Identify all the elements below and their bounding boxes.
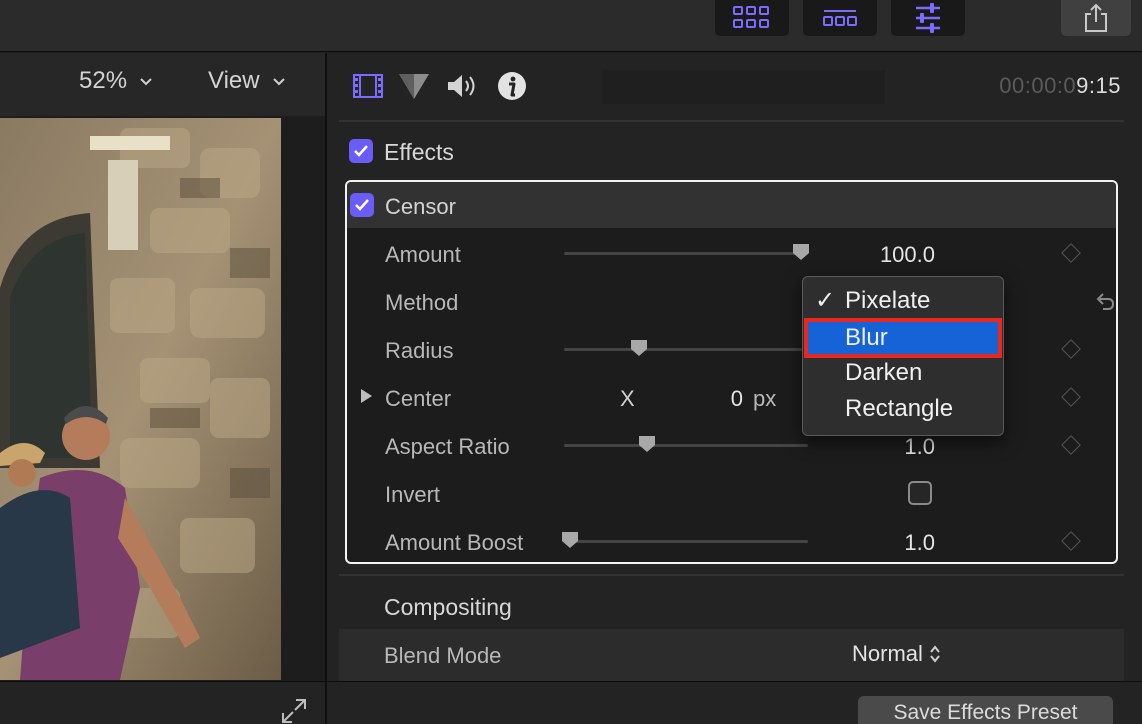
aspect-ratio-label: Aspect Ratio xyxy=(385,434,510,459)
menu-item-blur[interactable]: Blur xyxy=(804,318,1002,358)
chevron-down-icon xyxy=(140,78,152,86)
inspector-tabs: 00:00:09:15 xyxy=(327,53,1142,117)
blend-mode-value: Normal xyxy=(852,641,923,666)
center-x-value[interactable]: 0 xyxy=(707,386,743,412)
disclosure-triangle-icon[interactable] xyxy=(359,388,373,404)
radius-keyframe-button[interactable] xyxy=(1061,339,1081,359)
aspect-ratio-slider[interactable] xyxy=(564,444,808,447)
divider xyxy=(339,120,1124,122)
timecode-dim: 00:00:0 xyxy=(999,73,1077,98)
amount-boost-keyframe-button[interactable] xyxy=(1061,531,1081,551)
menu-item-label: Pixelate xyxy=(845,287,931,314)
up-down-chevron-icon xyxy=(930,645,940,663)
timecode: 00:00:09:15 xyxy=(999,73,1121,99)
amount-slider-thumb[interactable] xyxy=(792,243,810,261)
checkmark-icon xyxy=(355,199,369,211)
clip-name-field[interactable] xyxy=(602,70,885,104)
viewer-footer xyxy=(0,681,325,724)
center-x-axis-label: X xyxy=(620,386,635,411)
audio-icon xyxy=(448,75,475,97)
menu-item-pixelate[interactable]: ✓ Pixelate xyxy=(807,284,999,318)
browser-toggle-button[interactable] xyxy=(715,0,789,36)
radius-slider-thumb[interactable] xyxy=(630,339,648,357)
zoom-menu[interactable]: 52% xyxy=(79,67,153,95)
censor-effect-header[interactable]: Censor xyxy=(347,182,1116,228)
viewer-panel: 52% View xyxy=(0,53,325,724)
color-icon xyxy=(399,74,429,99)
radius-slider[interactable] xyxy=(564,348,808,351)
radius-label: Radius xyxy=(385,338,454,363)
amount-boost-label: Amount Boost xyxy=(385,530,524,555)
info-icon xyxy=(498,72,526,100)
reset-icon[interactable] xyxy=(1094,291,1116,313)
top-toolbar xyxy=(0,0,1142,52)
amount-boost-value[interactable]: 1.0 xyxy=(817,530,935,556)
sliders-icon xyxy=(916,3,940,33)
checkmark-icon xyxy=(354,145,368,157)
amount-value[interactable]: 100.0 xyxy=(817,242,935,268)
tab-color[interactable] xyxy=(397,69,431,103)
video-frame[interactable] xyxy=(0,118,281,680)
effects-section-title: Effects xyxy=(384,139,454,165)
video-icon xyxy=(353,74,383,98)
menu-item-darken[interactable]: Darken xyxy=(807,356,999,390)
save-effects-preset-button[interactable]: Save Effects Preset xyxy=(858,696,1113,724)
tab-info[interactable] xyxy=(495,69,529,103)
fullscreen-icon[interactable] xyxy=(280,697,308,724)
center-x-unit: px xyxy=(753,386,777,411)
tab-audio[interactable] xyxy=(445,69,479,103)
center-keyframe-button[interactable] xyxy=(1061,387,1081,407)
amount-keyframe-button[interactable] xyxy=(1061,243,1081,263)
amount-slider[interactable] xyxy=(564,252,808,255)
censor-enable-checkbox[interactable] xyxy=(350,193,374,217)
divider xyxy=(339,574,1124,576)
view-label: View xyxy=(208,67,260,94)
method-popup-menu: ✓ Pixelate Blur Darken Rectangle xyxy=(802,276,1004,436)
compositing-section-title: Compositing xyxy=(384,594,512,620)
timeline-toggle-button[interactable] xyxy=(803,0,877,36)
timeline-icon xyxy=(823,10,857,26)
inspector-toggle-button[interactable] xyxy=(891,0,965,36)
video-still xyxy=(0,118,281,680)
aspect-ratio-value[interactable]: 1.0 xyxy=(817,434,935,460)
menu-item-rectangle[interactable]: Rectangle xyxy=(807,392,999,426)
menu-item-label: Darken xyxy=(845,359,923,386)
view-menu[interactable]: View xyxy=(208,67,286,95)
blend-mode-row: Blend Mode Normal xyxy=(339,629,1124,681)
blend-mode-label: Blend Mode xyxy=(384,643,502,668)
share-button[interactable] xyxy=(1061,0,1131,36)
menu-item-label: Blur xyxy=(845,324,888,351)
inspector-footer: Save Effects Preset xyxy=(327,681,1142,724)
grid-icon xyxy=(733,6,769,28)
method-label: Method xyxy=(385,290,459,315)
aspect-ratio-slider-thumb[interactable] xyxy=(638,435,656,453)
censor-effect-name: Censor xyxy=(385,194,456,219)
chevron-down-icon xyxy=(272,78,285,86)
amount-boost-slider[interactable] xyxy=(564,540,808,543)
center-label: Center xyxy=(385,386,452,411)
zoom-label: 52% xyxy=(79,67,128,94)
share-icon xyxy=(1085,3,1107,32)
amount-boost-slider-thumb[interactable] xyxy=(561,531,579,549)
amount-label: Amount xyxy=(385,242,461,267)
invert-checkbox[interactable] xyxy=(908,481,932,505)
aspect-ratio-keyframe-button[interactable] xyxy=(1061,435,1081,455)
timecode-lit: 9:15 xyxy=(1076,73,1121,98)
blend-mode-popup[interactable]: Normal xyxy=(852,641,941,667)
viewer-header: 52% View xyxy=(0,53,325,116)
inspector-panel: 00:00:09:15 Effects Censor Amount 100.0 … xyxy=(327,53,1142,724)
checkmark: ✓ xyxy=(815,287,836,314)
invert-label: Invert xyxy=(385,482,441,507)
effects-checkbox[interactable] xyxy=(349,139,373,163)
tab-video[interactable] xyxy=(351,69,385,103)
menu-item-label: Rectangle xyxy=(845,395,954,422)
